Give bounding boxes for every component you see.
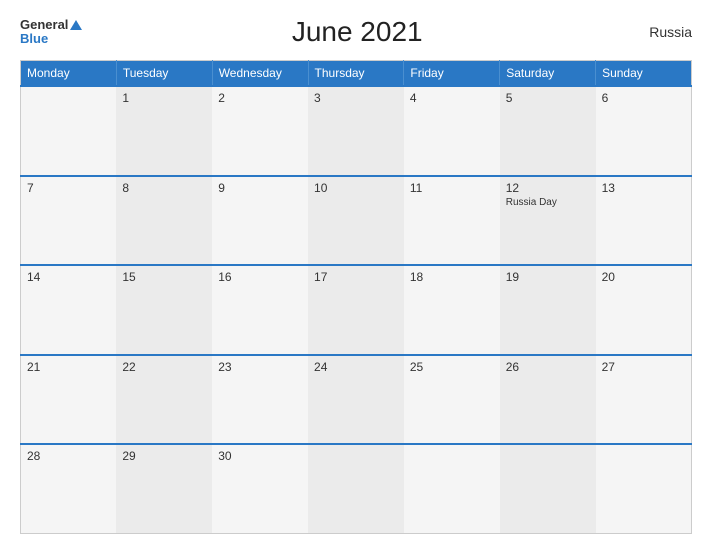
table-row: 22 [116,355,212,445]
day-number: 16 [218,270,302,284]
calendar-week-row: 123456 [21,86,692,176]
month-title: June 2021 [82,16,632,48]
calendar-table: Monday Tuesday Wednesday Thursday Friday… [20,60,692,534]
logo-triangle-icon [70,20,82,30]
table-row: 13 [596,176,692,266]
table-row: 4 [404,86,500,176]
logo-blue-text: Blue [20,32,48,46]
table-row [21,86,117,176]
table-row: 6 [596,86,692,176]
table-row: 2 [212,86,308,176]
calendar-week-row: 28 29 30 [21,444,692,534]
day-number: 28 [27,449,110,463]
day-number: 26 [506,360,590,374]
col-friday: Friday [404,61,500,87]
header: General Blue June 2021 Russia [20,16,692,48]
day-number: 23 [218,360,302,374]
table-row: 7 [21,176,117,266]
day-number: 1 [122,91,206,105]
day-number: 10 [314,181,398,195]
day-number: 20 [602,270,685,284]
col-wednesday: Wednesday [212,61,308,87]
table-row: 23 [212,355,308,445]
table-row: 25 [404,355,500,445]
day-number: 4 [410,91,494,105]
table-row: 17 [308,265,404,355]
day-number: 5 [506,91,590,105]
table-row: 15 [116,265,212,355]
logo: General Blue [20,18,82,47]
country-label: Russia [632,24,692,40]
logo-general-text: General [20,18,68,32]
table-row: 8 [116,176,212,266]
table-row: 18 [404,265,500,355]
col-saturday: Saturday [500,61,596,87]
day-number: 6 [602,91,685,105]
calendar-header-row: Monday Tuesday Wednesday Thursday Friday… [21,61,692,87]
table-row: 12 Russia Day [500,176,596,266]
table-row: 3 [308,86,404,176]
day-number: 13 [602,181,685,195]
table-row: 19 [500,265,596,355]
table-row: 29 [116,444,212,534]
table-row: 21 [21,355,117,445]
day-number: 2 [218,91,302,105]
day-number: 22 [122,360,206,374]
day-number: 24 [314,360,398,374]
day-number: 3 [314,91,398,105]
col-sunday: Sunday [596,61,692,87]
table-row: 9 [212,176,308,266]
table-row: 20 [596,265,692,355]
table-row: 26 [500,355,596,445]
table-row: 16 [212,265,308,355]
day-number: 9 [218,181,302,195]
table-row [404,444,500,534]
table-row: 11 [404,176,500,266]
day-number: 29 [122,449,206,463]
table-row: 10 [308,176,404,266]
table-row: 24 [308,355,404,445]
table-row [500,444,596,534]
table-row: 30 [212,444,308,534]
day-number: 7 [27,181,110,195]
calendar-week-row: 789 10 11 12 Russia Day 13 [21,176,692,266]
day-number: 14 [27,270,110,284]
table-row: 27 [596,355,692,445]
day-number: 11 [410,181,494,195]
day-number: 25 [410,360,494,374]
table-row: 14 [21,265,117,355]
col-thursday: Thursday [308,61,404,87]
day-number: 21 [27,360,110,374]
table-row [308,444,404,534]
table-row: 5 [500,86,596,176]
col-tuesday: Tuesday [116,61,212,87]
table-row [596,444,692,534]
day-number: 17 [314,270,398,284]
day-number: 12 [506,181,590,195]
day-number: 15 [122,270,206,284]
day-number: 19 [506,270,590,284]
calendar-week-row: 14 15 16 17 18 19 20 [21,265,692,355]
day-number: 30 [218,449,302,463]
day-event: Russia Day [506,197,590,208]
day-number: 18 [410,270,494,284]
table-row: 28 [21,444,117,534]
calendar-week-row: 21 22 23 24 25 26 27 [21,355,692,445]
col-monday: Monday [21,61,117,87]
day-number: 27 [602,360,685,374]
calendar-page: General Blue June 2021 Russia Monday Tue… [0,0,712,550]
table-row: 1 [116,86,212,176]
day-number: 8 [122,181,206,195]
